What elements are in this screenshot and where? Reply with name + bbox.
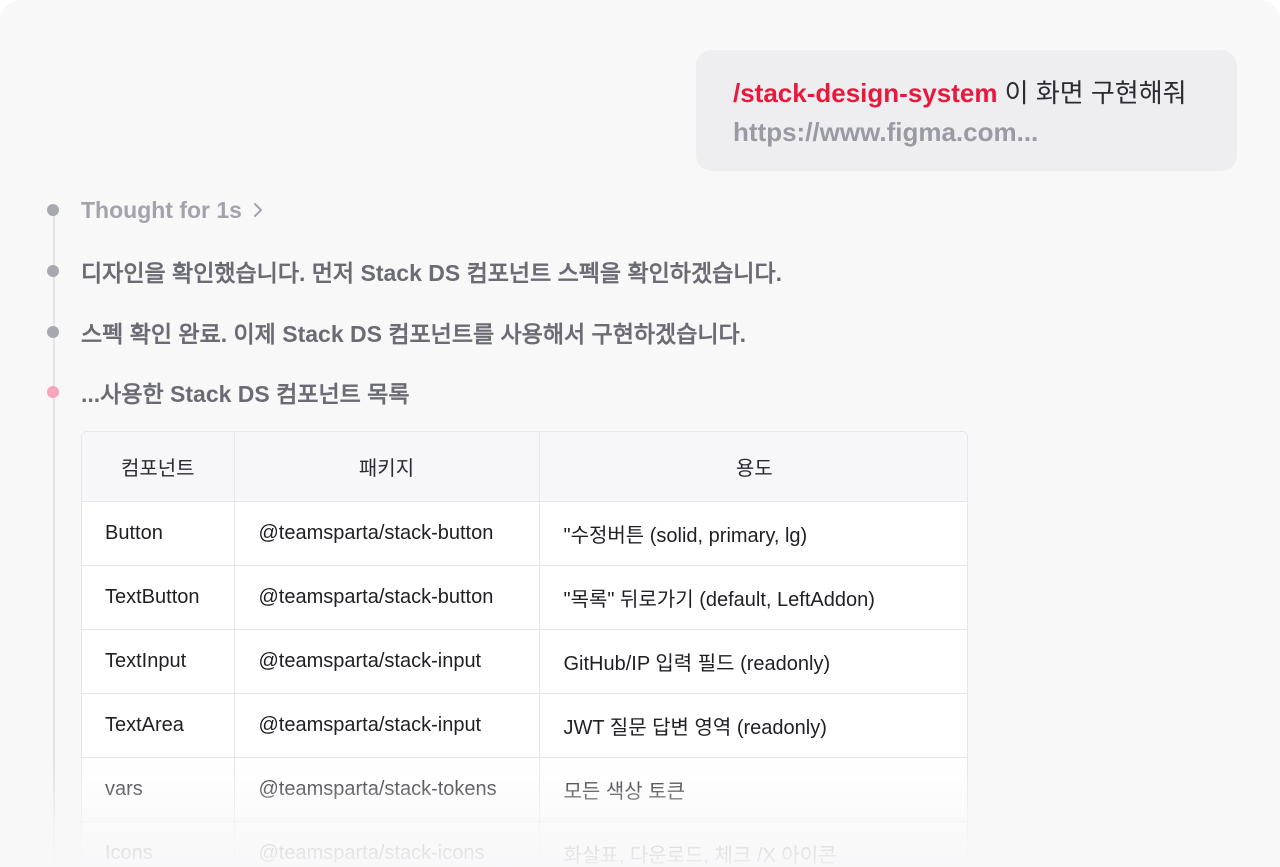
table-cell: "수정버튼 (solid, primary, lg) [539, 501, 967, 566]
column-header: 패키지 [234, 432, 540, 502]
step-text: 스펙 확인 완료. 이제 Stack DS 컴포넌트를 사용해서 구현하겠습니다… [81, 321, 747, 347]
table-header-row: 컴포넌트 패키지 용도 [82, 432, 967, 502]
timeline-dot-active [47, 386, 59, 398]
timeline-step-active: ...사용한 Stack DS 컴포넌트 목록 [47, 377, 410, 407]
table-cell: Button [82, 501, 235, 566]
table-cell: @teamsparta/stack-input [234, 693, 540, 758]
table-cell: "목록" 뒤로가기 (default, LeftAddon) [539, 565, 967, 630]
timeline-step: 스펙 확인 완료. 이제 Stack DS 컴포넌트를 사용해서 구현하겠습니다… [47, 317, 746, 347]
table-cell: @teamsparta/stack-tokens [234, 757, 540, 822]
table-cell: @teamsparta/stack-button [234, 501, 540, 566]
component-table: 컴포넌트 패키지 용도 Button @teamsparta/stack-but… [81, 431, 968, 867]
table-row: vars @teamsparta/stack-tokens 모든 색상 토큰 [82, 757, 967, 822]
timeline-step: 디자인을 확인했습니다. 먼저 Stack DS 컴포넌트 스펙을 확인하겠습니… [47, 256, 782, 286]
step-text: ...사용한 Stack DS 컴포넌트 목록 [81, 381, 410, 407]
table-row: TextArea @teamsparta/stack-input JWT 질문 … [82, 693, 967, 758]
chat-panel: /stack-design-system 이 화면 구현해줘 https://w… [0, 0, 1280, 867]
table-cell: Icons [82, 821, 235, 867]
table-cell: TextArea [82, 693, 235, 758]
table-cell: 화살표, 다운로드, 체크 /X 아이콘 [539, 821, 967, 867]
step-text: 디자인을 확인했습니다. 먼저 Stack DS 컴포넌트 스펙을 확인하겠습니… [81, 260, 782, 286]
column-header: 용도 [539, 432, 967, 502]
figma-link[interactable]: https://www.figma.com... [733, 115, 1237, 149]
timeline-dot [47, 204, 59, 216]
table-row: TextButton @teamsparta/stack-button "목록"… [82, 565, 967, 630]
chevron-right-icon[interactable] [252, 202, 264, 218]
column-header: 컴포넌트 [82, 432, 235, 502]
thought-label[interactable]: Thought for 1s [81, 197, 242, 224]
timeline-dot [47, 265, 59, 277]
table-cell: @teamsparta/stack-input [234, 629, 540, 694]
table-row: TextInput @teamsparta/stack-input GitHub… [82, 629, 967, 694]
slash-command[interactable]: /stack-design-system [733, 78, 997, 108]
table-cell: JWT 질문 답변 영역 (readonly) [539, 693, 967, 758]
table-row: Icons @teamsparta/stack-icons 화살표, 다운로드,… [82, 821, 967, 867]
user-message-body: 이 화면 구현해줘 [997, 78, 1187, 108]
table-row: Button @teamsparta/stack-button "수정버튼 (s… [82, 501, 967, 566]
table-cell: vars [82, 757, 235, 822]
timeline-dot [47, 326, 59, 338]
table-cell: @teamsparta/stack-icons [234, 821, 540, 867]
table-cell: GitHub/IP 입력 필드 (readonly) [539, 629, 967, 694]
table-cell: TextButton [82, 565, 235, 630]
table-cell: 모든 색상 토큰 [539, 757, 967, 822]
table-cell: TextInput [82, 629, 235, 694]
timeline-line [53, 210, 55, 867]
user-message-bubble: /stack-design-system 이 화면 구현해줘 https://w… [696, 50, 1237, 171]
user-message-text: /stack-design-system 이 화면 구현해줘 [733, 76, 1237, 110]
thought-toggle[interactable]: Thought for 1s [47, 195, 264, 225]
table-cell: @teamsparta/stack-button [234, 565, 540, 630]
